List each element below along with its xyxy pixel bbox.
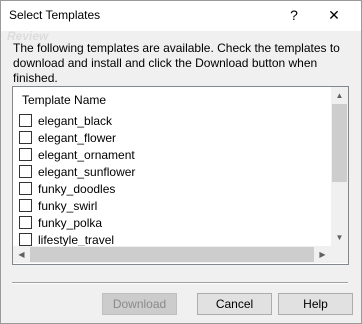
cancel-button[interactable]: Cancel: [197, 293, 272, 315]
checkbox[interactable]: [19, 233, 32, 246]
vertical-scrollbar[interactable]: ▲ ▼: [331, 87, 348, 246]
list-item-label: funky_polka: [38, 215, 103, 230]
scrollbar-corner: [331, 246, 348, 263]
column-header-template-name: Template Name: [22, 93, 107, 107]
list-item[interactable]: elegant_ornament: [19, 146, 329, 163]
list-item[interactable]: elegant_sunflower: [19, 163, 329, 180]
divider: [12, 282, 348, 284]
checkbox[interactable]: [19, 114, 32, 127]
list-item[interactable]: funky_polka: [19, 214, 329, 231]
horizontal-scroll-thumb[interactable]: [30, 247, 314, 262]
list-item-label: elegant_black: [38, 113, 113, 128]
list-item[interactable]: funky_doodles: [19, 180, 329, 197]
horizontal-scrollbar[interactable]: ◀ ▶: [13, 246, 331, 263]
checkbox[interactable]: [19, 148, 32, 161]
list-item[interactable]: elegant_flower: [19, 129, 329, 146]
help-question-icon[interactable]: ?: [284, 5, 304, 25]
title-bar: Select Templates ? ✕: [1, 1, 361, 31]
download-button[interactable]: Download: [102, 293, 177, 315]
checkbox[interactable]: [19, 182, 32, 195]
close-icon[interactable]: ✕: [324, 5, 344, 25]
checkbox[interactable]: [19, 216, 32, 229]
scroll-up-icon[interactable]: ▲: [331, 87, 348, 104]
list-item-label: funky_doodles: [38, 181, 116, 196]
templates-listbox[interactable]: Template Name elegant_black elegant_flowe…: [12, 86, 349, 265]
scroll-left-icon[interactable]: ◀: [13, 246, 30, 263]
select-templates-dialog: Select Templates ? ✕ Review The followin…: [0, 0, 362, 324]
window-title: Select Templates: [9, 8, 101, 22]
list-item-label: lifestyle_travel: [38, 232, 115, 247]
checkbox[interactable]: [19, 131, 32, 144]
list-item-label: elegant_flower: [38, 130, 117, 145]
template-list: elegant_black elegant_flower elegant_ornam…: [19, 112, 329, 248]
list-item[interactable]: funky_swirl: [19, 197, 329, 214]
help-button[interactable]: Help: [278, 293, 353, 315]
instructions-text: The following templates are available. C…: [13, 41, 340, 85]
scroll-down-icon[interactable]: ▼: [331, 229, 348, 246]
checkbox[interactable]: [19, 165, 32, 178]
vertical-scroll-thumb[interactable]: [332, 104, 347, 182]
scroll-right-icon[interactable]: ▶: [314, 246, 331, 263]
list-item-label: elegant_ornament: [38, 147, 135, 162]
list-item-label: funky_swirl: [38, 198, 98, 213]
list-item-label: elegant_sunflower: [38, 164, 136, 179]
checkbox[interactable]: [19, 199, 32, 212]
list-item[interactable]: elegant_black: [19, 112, 329, 129]
